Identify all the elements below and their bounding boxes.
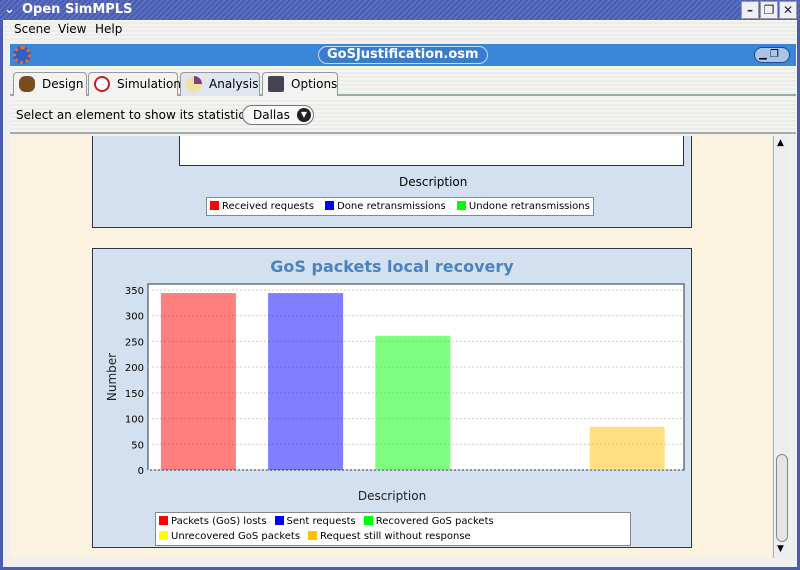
tab-options[interactable]: Options <box>262 72 338 96</box>
legend-item: Sent requests <box>274 514 356 529</box>
legend-item: Unrecovered GoS packets <box>159 529 300 544</box>
vertical-scrollbar[interactable]: ▲ ▼ <box>773 136 790 558</box>
statistics-scroll-area: Description Received requests Done retra… <box>10 136 772 558</box>
legend-label: Unrecovered GoS packets <box>171 531 301 542</box>
iframe-controls-icon[interactable]: ▁ ❐ <box>754 47 790 63</box>
maximize-icon[interactable]: ❐ <box>760 1 778 19</box>
element-select-value: Dallas <box>253 108 290 122</box>
legend-item: Recovered GoS packets <box>363 514 494 529</box>
menu-help[interactable]: Help <box>95 22 122 36</box>
legend-swatch <box>210 201 219 210</box>
close-icon[interactable]: ✕ <box>779 1 797 19</box>
tab-design[interactable]: Design <box>13 72 87 96</box>
legend-item: Received requests <box>210 199 314 214</box>
tab-label: Options <box>291 77 338 91</box>
bar-4 <box>589 426 665 470</box>
pie-chart-icon <box>186 76 202 92</box>
palette-icon <box>19 76 35 92</box>
chart-title: GoS packets local recovery <box>270 257 514 276</box>
top-chart-plot <box>179 136 684 166</box>
tab-analysis[interactable]: Analysis <box>180 72 260 96</box>
legend-item: Request still without response <box>308 529 471 544</box>
selector-label: Select an element to show its statistics <box>16 108 252 122</box>
y-tick-label: 50 <box>131 440 144 451</box>
legend-label: Packets (GoS) losts <box>171 516 267 527</box>
title-bar: ⌄ Open SimMPLS – ❐ ✕ <box>0 0 800 20</box>
y-tick-label: 200 <box>125 363 144 374</box>
legend-label: Received requests <box>222 201 314 212</box>
bar-2 <box>375 335 451 470</box>
document-title: GoSJustification.osm <box>318 46 488 64</box>
menu-scene[interactable]: Scene <box>14 22 51 36</box>
y-tick-label: 100 <box>125 415 144 426</box>
scroll-down-icon[interactable]: ▼ <box>777 544 784 554</box>
scrollbar-thumb[interactable] <box>776 454 788 542</box>
legend-label: Done retransmissions <box>337 201 446 212</box>
tab-label: Design <box>42 77 84 91</box>
legend-label: Undone retransmissions <box>468 201 590 212</box>
element-select[interactable]: Dallas ▼ <box>242 105 314 125</box>
bar-1 <box>268 293 344 470</box>
top-chart-panel: Description Received requests Done retra… <box>92 136 692 228</box>
legend-item: Done retransmissions <box>325 199 446 214</box>
gos-chart-panel: GoS packets local recovery Description N… <box>92 248 692 548</box>
top-chart-legend: Received requests Done retransmissions U… <box>206 197 594 216</box>
y-tick-label: 350 <box>125 286 144 297</box>
legend-swatch <box>308 531 318 540</box>
clock-icon <box>94 76 110 92</box>
window-menu-icon[interactable]: ⌄ <box>4 2 15 17</box>
y-tick-label: 150 <box>125 389 144 400</box>
legend-item: Packets (GoS) losts <box>159 514 267 529</box>
legend-swatch <box>159 516 168 525</box>
scroll-up-icon[interactable]: ▲ <box>777 138 784 148</box>
y-tick-label: 250 <box>125 337 144 348</box>
window-title: Open SimMPLS <box>22 2 133 17</box>
legend-label: Sent requests <box>286 516 356 527</box>
gos-bar-chart: GoS packets local recovery Description N… <box>105 257 685 503</box>
app-logo-icon <box>13 46 31 64</box>
computer-icon <box>268 76 284 92</box>
legend-swatch <box>325 201 335 210</box>
internal-frame-titlebar: GoSJustification.osm ▁ ❐ <box>10 44 796 66</box>
top-chart-xlabel: Description <box>399 175 468 189</box>
gos-chart-legend: Packets (GoS) losts Sent requests Recovere… <box>155 512 631 546</box>
chevron-down-icon: ▼ <box>297 108 311 122</box>
y-tick-label: 0 <box>138 466 144 477</box>
minimize-icon[interactable]: – <box>741 1 759 19</box>
tab-label: Simulation <box>117 77 181 91</box>
legend-swatch <box>363 516 373 525</box>
bar-0 <box>160 293 236 470</box>
tab-simulation[interactable]: Simulation <box>88 72 181 96</box>
menu-bar: Scene View Help <box>3 20 797 40</box>
legend-swatch <box>274 516 284 525</box>
legend-item: Undone retransmissions <box>456 199 590 214</box>
tab-label: Analysis <box>209 77 259 91</box>
legend-swatch <box>159 531 168 540</box>
y-axis-label: Number <box>105 353 119 401</box>
y-tick-label: 300 <box>125 312 144 323</box>
legend-swatch <box>456 201 466 210</box>
tab-bar: Design Simulation Analysis Options <box>10 66 796 96</box>
selector-bar: Select an element to show its statistics… <box>10 98 796 134</box>
legend-label: Request still without response <box>320 531 471 542</box>
menu-view[interactable]: View <box>58 22 86 36</box>
x-axis-label: Description <box>358 489 426 503</box>
legend-label: Recovered GoS packets <box>375 516 494 527</box>
